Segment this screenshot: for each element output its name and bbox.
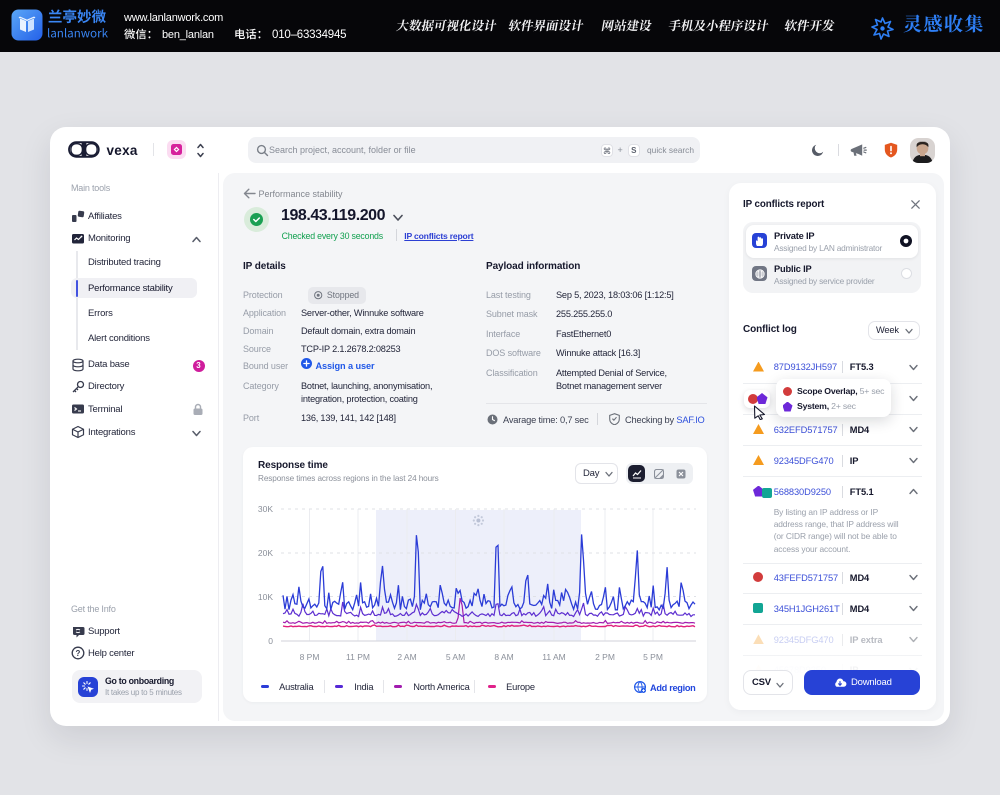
svg-text:?: ? bbox=[76, 649, 81, 658]
